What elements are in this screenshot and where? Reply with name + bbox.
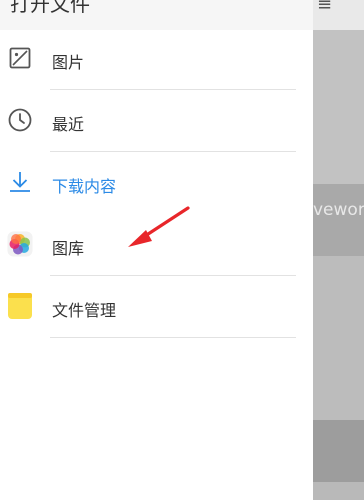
drawer-title: 打开文件 bbox=[10, 0, 90, 16]
menu-icon[interactable]: ≡ bbox=[317, 0, 332, 14]
background-bar-text: veworl bbox=[313, 200, 364, 220]
drawer-item-label: 图库 bbox=[52, 239, 85, 258]
drawer-item-label: 最近 bbox=[52, 115, 85, 134]
image-icon bbox=[7, 45, 33, 71]
drawer-item-label: 文件管理 bbox=[52, 301, 117, 320]
drawer-item-label: 下载内容 bbox=[52, 177, 117, 196]
drawer-item-file-manager[interactable]: 文件管理 bbox=[0, 276, 313, 338]
background-bar bbox=[313, 184, 364, 256]
drawer-item-images[interactable]: 图片 bbox=[0, 28, 313, 90]
drawer-header: 打开文件 bbox=[0, 0, 313, 30]
background-app-header: ≡ bbox=[313, 0, 364, 30]
annotation-arrow-icon bbox=[128, 206, 190, 247]
background-dark-block bbox=[313, 420, 364, 482]
drawer-item-recent[interactable]: 最近 bbox=[0, 90, 313, 152]
clock-icon bbox=[7, 107, 33, 133]
file-manager-app-icon bbox=[7, 293, 33, 319]
download-icon bbox=[7, 169, 33, 195]
background-panel bbox=[313, 30, 364, 184]
background-app: ≡ veworl bbox=[313, 0, 364, 500]
drawer-item-label: 图片 bbox=[52, 53, 85, 72]
background-bottom bbox=[313, 482, 364, 500]
photos-app-icon bbox=[7, 231, 33, 257]
background-panel-lower bbox=[313, 256, 364, 420]
divider bbox=[50, 337, 296, 338]
